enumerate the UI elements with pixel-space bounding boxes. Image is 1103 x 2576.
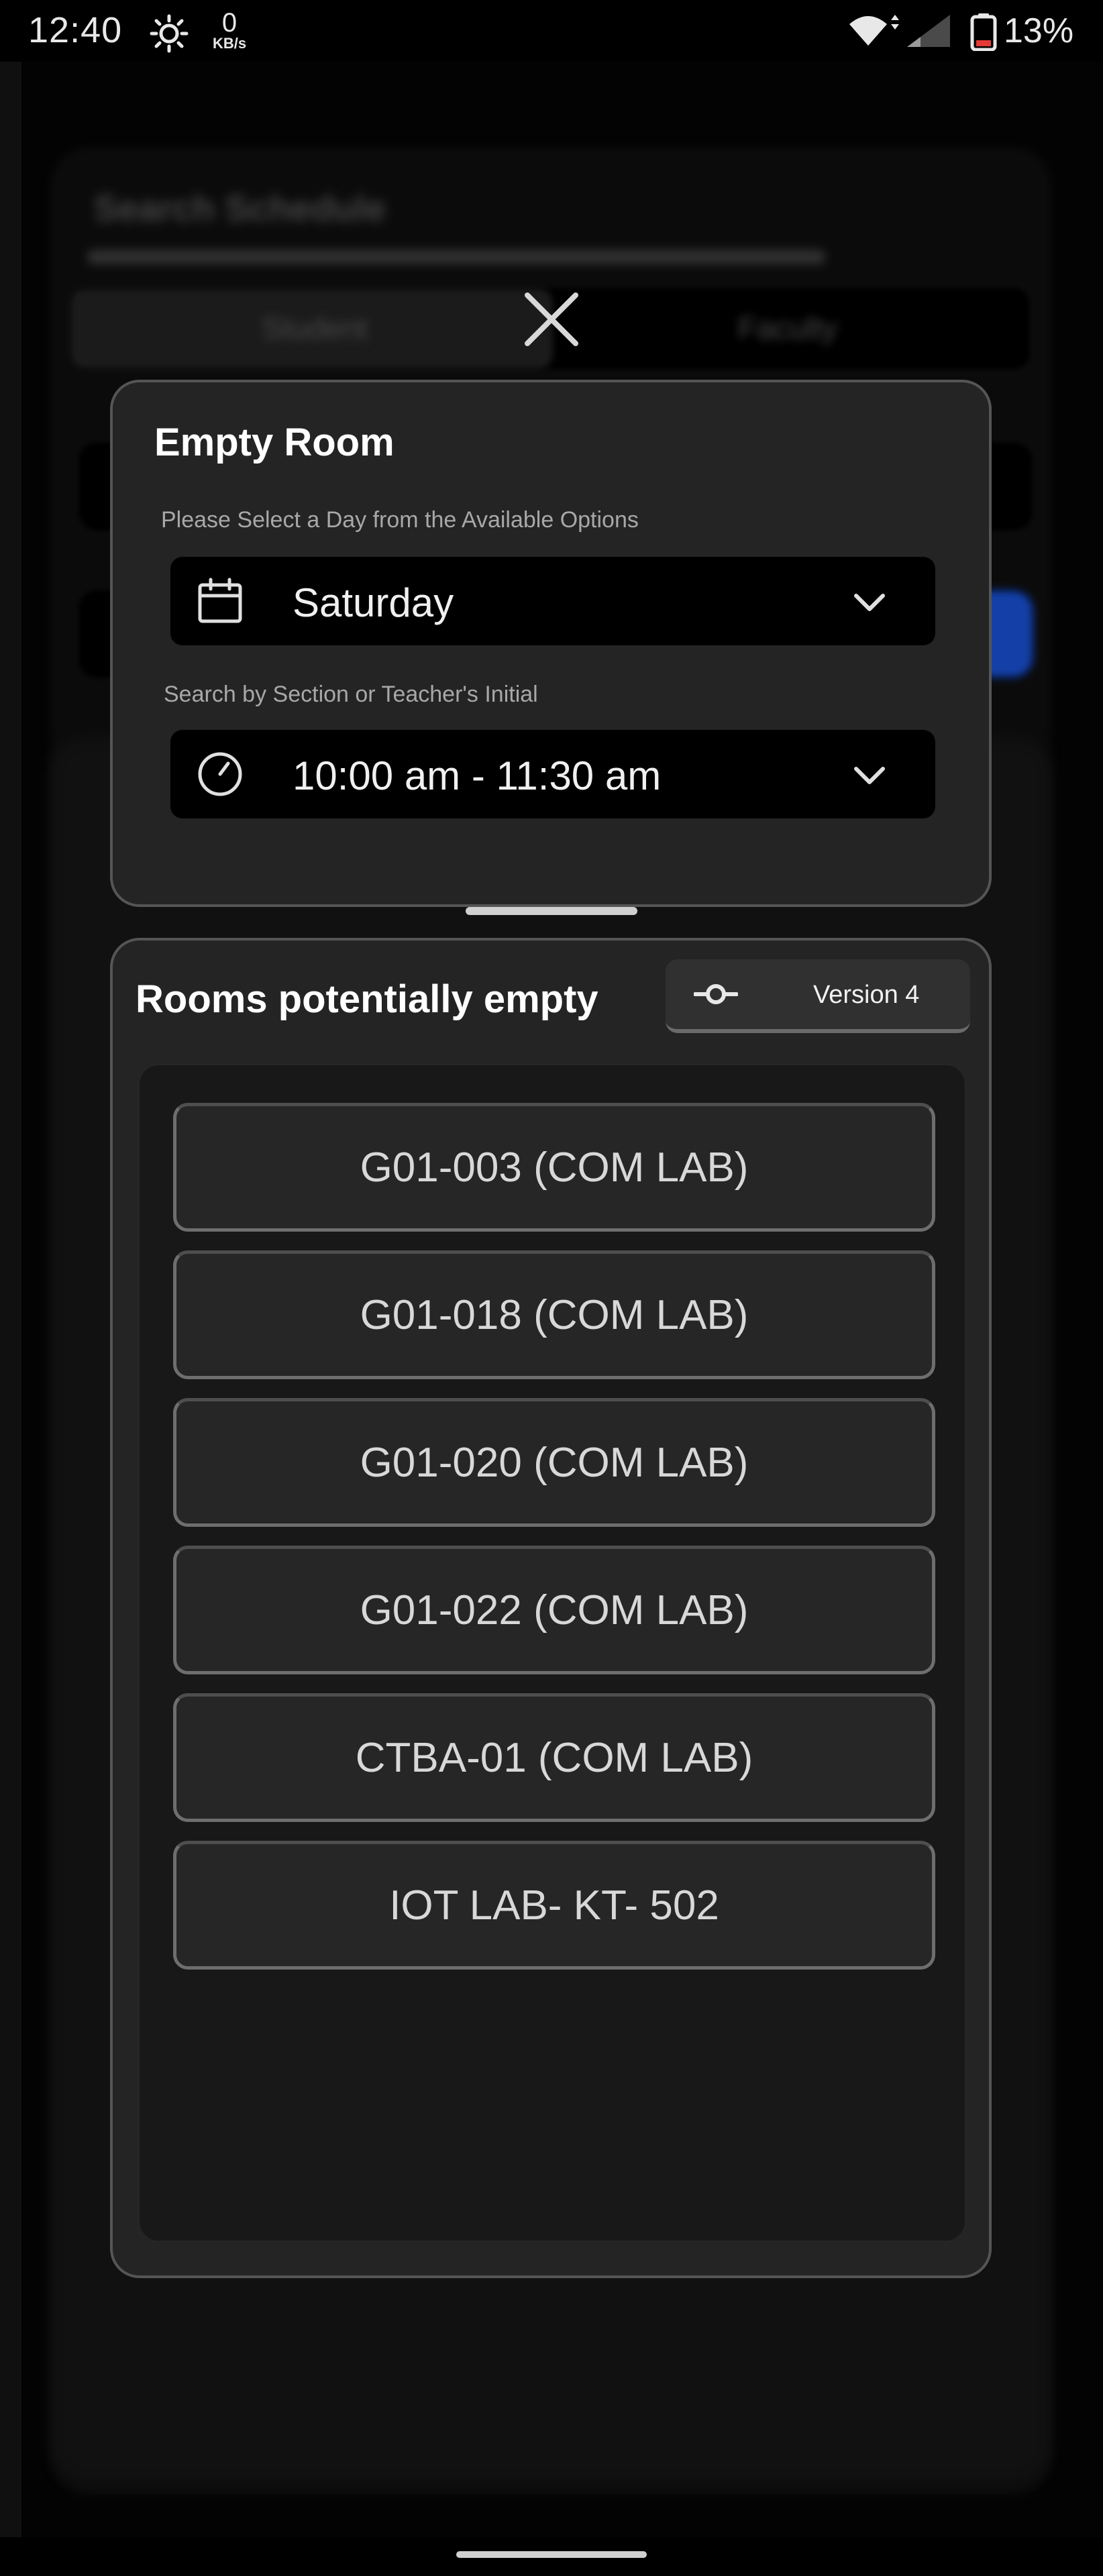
status-time: 12:40 <box>28 10 123 50</box>
list-item[interactable]: G01-018 (COM LAB) <box>173 1250 935 1379</box>
signal-icon <box>907 15 950 47</box>
battery-icon <box>970 13 997 51</box>
day-label: Please Select a Day from the Available O… <box>161 507 639 533</box>
sheet-drag-handle[interactable] <box>466 907 637 915</box>
rooms-card: Rooms potentially empty Version 4 G01-00… <box>110 938 992 2278</box>
time-value: 10:00 am - 11:30 am <box>293 753 662 798</box>
list-item[interactable]: CTBA-01 (COM LAB) <box>173 1693 935 1822</box>
close-icon[interactable] <box>518 286 585 353</box>
time-select[interactable]: 10:00 am - 11:30 am <box>170 730 935 818</box>
home-indicator[interactable] <box>456 2551 647 2558</box>
list-item[interactable]: G01-022 (COM LAB) <box>173 1546 935 1674</box>
clock-icon <box>198 752 242 796</box>
day-value: Saturday <box>293 580 454 625</box>
calendar-icon <box>198 578 242 623</box>
version-button[interactable]: Version 4 <box>666 959 970 1033</box>
battery-percent: 13% <box>1004 11 1074 50</box>
rooms-title: Rooms potentially empty <box>136 977 598 1021</box>
room-name: G01-020 (COM LAB) <box>360 1439 749 1486</box>
rooms-list: G01-003 (COM LAB) G01-018 (COM LAB) G01-… <box>138 1064 966 2242</box>
wifi-icon <box>849 15 899 46</box>
list-item[interactable]: G01-020 (COM LAB) <box>173 1398 935 1527</box>
room-name: G01-022 (COM LAB) <box>360 1587 749 1633</box>
status-bar: 12:40 0 KB/s 13% <box>0 0 1103 62</box>
net-speed-unit: KB/s <box>212 35 247 52</box>
empty-room-card: Empty Room Please Select a Day from the … <box>110 380 992 907</box>
room-name: CTBA-01 (COM LAB) <box>355 1734 753 1781</box>
list-item[interactable]: IOT LAB- KT- 502 <box>173 1841 935 1970</box>
empty-room-title: Empty Room <box>154 421 395 464</box>
time-label: Search by Section or Teacher's Initial <box>164 682 538 707</box>
version-label: Version 4 <box>813 981 920 1009</box>
screen: 12:40 0 KB/s 13% Search Schedule Student… <box>0 0 1103 2576</box>
day-select[interactable]: Saturday <box>170 557 935 645</box>
brightness-icon <box>150 14 189 53</box>
room-name: G01-018 (COM LAB) <box>360 1291 749 1338</box>
room-name: IOT LAB- KT- 502 <box>389 1882 719 1929</box>
net-speed-value: 0 <box>221 8 238 38</box>
chevron-down-icon <box>854 767 885 784</box>
room-name: G01-003 (COM LAB) <box>360 1144 749 1191</box>
net-speed: 0 KB/s <box>208 9 251 51</box>
chevron-down-icon <box>854 594 885 611</box>
commit-icon <box>694 984 738 1004</box>
list-item[interactable]: G01-003 (COM LAB) <box>173 1103 935 1232</box>
